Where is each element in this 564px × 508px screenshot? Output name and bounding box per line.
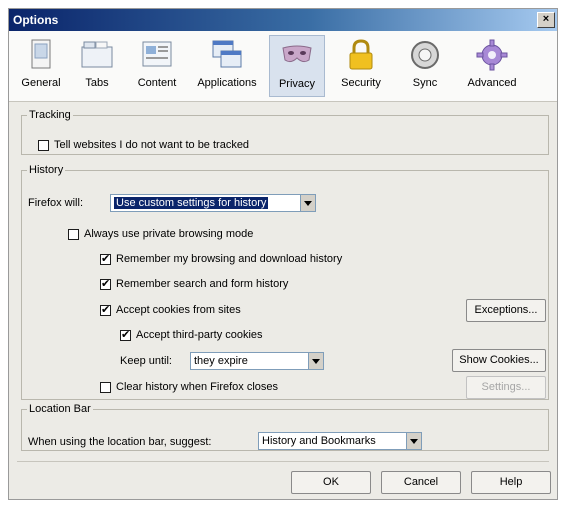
location-bar-group: Location Bar When using the location bar… xyxy=(21,403,549,451)
ok-button[interactable]: OK xyxy=(291,471,371,494)
pane-advanced-label: Advanced xyxy=(467,77,517,89)
pane-privacy[interactable]: Privacy xyxy=(269,35,325,97)
padlock-icon xyxy=(349,39,373,70)
pane-security-label: Security xyxy=(341,77,381,89)
history-mode-value: Use custom settings for history xyxy=(114,197,269,209)
chevron-down-icon[interactable] xyxy=(300,195,315,211)
show-cookies-button[interactable]: Show Cookies... xyxy=(452,349,546,372)
remember-browsing-checkbox[interactable] xyxy=(100,252,111,265)
pane-content[interactable]: Content xyxy=(129,35,185,97)
options-dialog: Options × General Tabs Content Applicati… xyxy=(8,8,558,500)
keep-until-select[interactable]: they expire xyxy=(190,352,324,370)
content-icon xyxy=(142,41,172,67)
private-browsing-label: Always use private browsing mode xyxy=(84,228,254,240)
title-bar[interactable]: Options × xyxy=(9,9,557,31)
pane-applications[interactable]: Applications xyxy=(191,35,263,97)
sync-icon xyxy=(411,41,439,69)
suggest-label: When using the location bar, suggest: xyxy=(28,436,212,448)
third-party-cookies-checkbox[interactable] xyxy=(120,328,131,341)
cancel-button[interactable]: Cancel xyxy=(381,471,461,494)
clear-history-label: Clear history when Firefox closes xyxy=(116,381,279,393)
do-not-track-checkbox[interactable] xyxy=(38,140,49,151)
pane-sync-label: Sync xyxy=(412,77,438,89)
suggest-select[interactable]: History and Bookmarks xyxy=(258,432,422,450)
chevron-down-icon[interactable] xyxy=(308,353,323,369)
remember-search-label: Remember search and form history xyxy=(116,278,289,290)
close-button[interactable]: × xyxy=(537,12,555,28)
gear-icon xyxy=(476,39,508,71)
history-group: History Firefox will: Use custom setting… xyxy=(21,164,549,400)
tracking-legend: Tracking xyxy=(29,109,71,121)
accept-cookies-checkbox[interactable] xyxy=(100,303,111,316)
firefox-will-label: Firefox will: xyxy=(28,197,84,209)
pane-general-label: General xyxy=(21,77,61,89)
location-bar-legend: Location Bar xyxy=(29,403,91,415)
clear-history-checkbox[interactable] xyxy=(100,382,111,393)
pane-advanced[interactable]: Advanced xyxy=(459,35,525,97)
general-icon xyxy=(31,39,51,69)
pane-tabs[interactable]: Tabs xyxy=(73,35,121,97)
accept-cookies-label: Accept cookies from sites xyxy=(116,304,241,316)
tabs-icon xyxy=(81,41,113,68)
pane-sync[interactable]: Sync xyxy=(399,35,451,97)
window-title: Options xyxy=(13,13,59,27)
remember-browsing-label: Remember my browsing and download histor… xyxy=(116,253,343,265)
pane-applications-label: Applications xyxy=(197,77,257,89)
history-mode-select[interactable]: Use custom settings for history xyxy=(110,194,316,212)
third-party-cookies-label: Accept third-party cookies xyxy=(136,329,263,341)
do-not-track-label: Tell websites I do not want to be tracke… xyxy=(54,139,250,151)
keep-until-label: Keep until: xyxy=(120,355,172,367)
footer-separator xyxy=(17,461,549,462)
suggest-value: History and Bookmarks xyxy=(262,435,376,447)
tracking-group: Tracking Tell websites I do not want to … xyxy=(21,109,549,155)
remember-search-checkbox[interactable] xyxy=(100,277,111,290)
private-browsing-checkbox[interactable] xyxy=(68,229,79,240)
preferences-toolbar: General Tabs Content Applications Privac… xyxy=(9,31,557,102)
applications-icon xyxy=(212,40,242,68)
help-button[interactable]: Help xyxy=(471,471,551,494)
privacy-mask-icon xyxy=(282,45,312,63)
exceptions-button[interactable]: Exceptions... xyxy=(466,299,546,322)
pane-security[interactable]: Security xyxy=(331,35,391,97)
pane-privacy-label: Privacy xyxy=(278,78,316,90)
chevron-down-icon[interactable] xyxy=(406,433,421,449)
history-legend: History xyxy=(29,164,64,176)
pane-tabs-label: Tabs xyxy=(85,77,109,89)
pane-content-label: Content xyxy=(137,77,177,89)
pane-general[interactable]: General xyxy=(17,35,65,97)
settings-button[interactable]: Settings... xyxy=(466,376,546,399)
keep-until-value: they expire xyxy=(194,355,248,367)
